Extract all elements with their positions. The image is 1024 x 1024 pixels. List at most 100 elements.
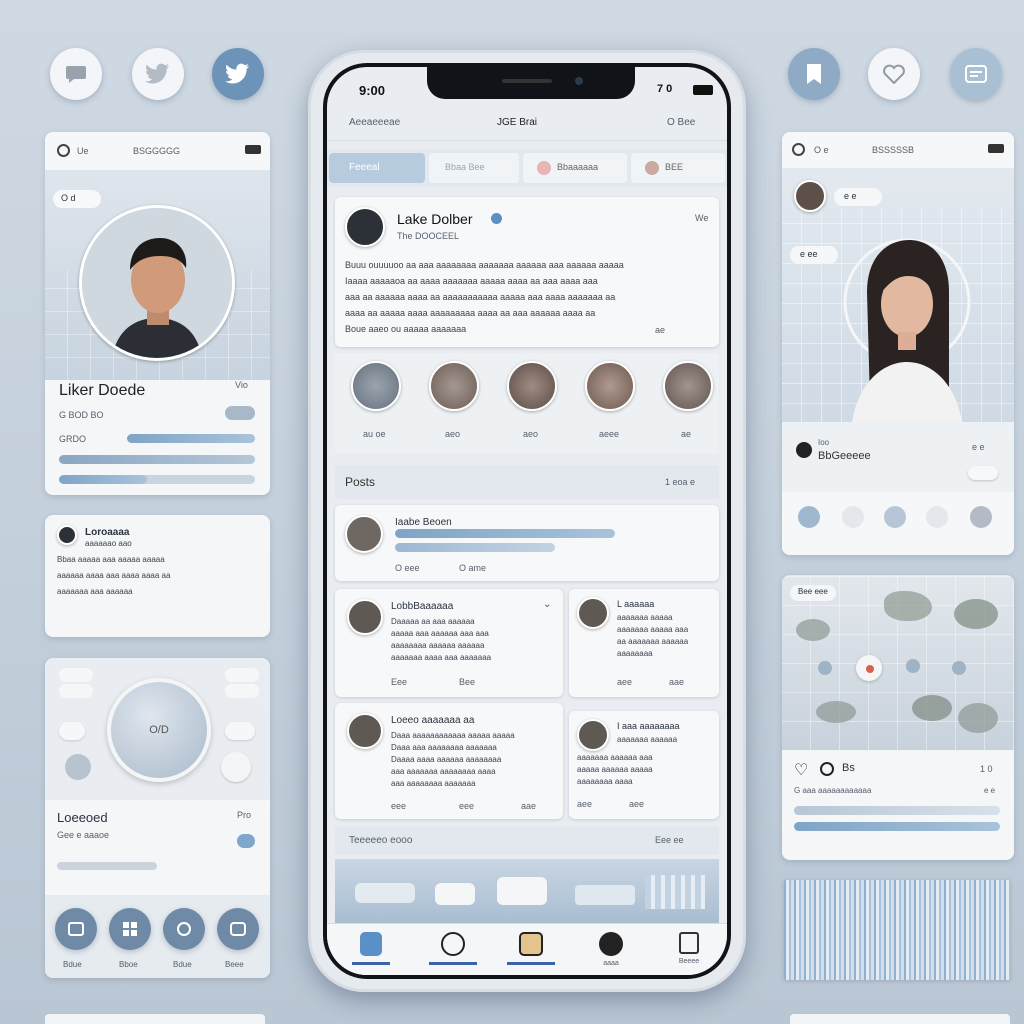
media-icon-label-2: Bboe: [119, 960, 138, 969]
like-icon[interactable]: [926, 506, 948, 528]
bookmark-icon[interactable]: [217, 908, 259, 950]
grid-icon[interactable]: [109, 908, 151, 950]
profile-tag[interactable]: O d: [53, 190, 101, 208]
media-chip-3[interactable]: [59, 684, 93, 698]
feed-4-line-2: Daaa aaa aaaaaaaa aaaaaaa: [391, 743, 497, 752]
media-button-right-2[interactable]: [221, 752, 251, 782]
app-header-title: JGE Brai: [497, 117, 538, 128]
card-status-bar: Ue BSGGGGG: [45, 132, 270, 170]
link-icon[interactable]: [884, 506, 906, 528]
main-post-subtitle: The DOOCEEL: [397, 231, 460, 241]
feed-3-action-1[interactable]: aee: [617, 677, 632, 687]
image-icon[interactable]: [842, 506, 864, 528]
feed-avatar-5: [577, 719, 609, 751]
feed-2-action-1[interactable]: Eee: [391, 677, 407, 687]
app-header-left[interactable]: Aeeaeeeae: [349, 117, 400, 128]
feed-author-5: I aaa aaaaaaaa: [617, 721, 680, 731]
twitter-bird-icon[interactable]: [132, 48, 184, 100]
feed-item-1[interactable]: Iaabe Beoen O eee O ame: [335, 505, 719, 581]
story-avatar-3[interactable]: [507, 361, 557, 411]
main-post-avatar[interactable]: [345, 207, 385, 247]
feed-5-action-1[interactable]: aee: [577, 799, 592, 809]
media-button-right-1[interactable]: [225, 722, 255, 740]
main-post-line-5: Boue aaeo ou aaaaa aaaaaaa: [345, 324, 467, 334]
heart-icon[interactable]: [868, 48, 920, 100]
tab-feed[interactable]: Feeeal: [329, 153, 425, 183]
feed-action-1[interactable]: O eee: [395, 563, 420, 573]
main-post-author[interactable]: Lake Dolber: [397, 211, 473, 227]
trending-meta: Eee ee: [655, 835, 684, 845]
story-avatar-2[interactable]: [429, 361, 479, 411]
story-avatar-5[interactable]: [663, 361, 713, 411]
feed-action-2[interactable]: O ame: [459, 563, 486, 573]
right-status-title: BSSSSSB: [872, 145, 915, 155]
right-tag[interactable]: e e: [834, 188, 882, 206]
main-post-card[interactable]: Lake Dolber The DOOCEEL We Buuu ouuuuoo …: [335, 197, 719, 347]
settings-icon[interactable]: [970, 506, 992, 528]
status-left-text: Ue: [77, 146, 89, 156]
feed-3-action-2[interactable]: aae: [669, 677, 684, 687]
feed-item-3[interactable]: L aaaaaa aaaaaaa aaaaa aaaaaaa aaaaa aaa…: [569, 589, 719, 697]
profile-toggle[interactable]: [225, 406, 255, 420]
message-icon[interactable]: [950, 48, 1002, 100]
feed-author-3: L aaaaaa: [617, 599, 655, 609]
chevron-down-icon[interactable]: ⌄: [543, 599, 551, 610]
feed-2-action-2[interactable]: Bee: [459, 677, 475, 687]
chat-bubble-icon[interactable]: [50, 48, 102, 100]
camera-icon: [519, 932, 543, 956]
feed-4-action-2[interactable]: eee: [459, 801, 474, 811]
share-icon[interactable]: [163, 908, 205, 950]
feed-4-action-3[interactable]: aae: [521, 801, 536, 811]
feed-4-line-4: aaa aaaaaaa aaaaaaaa aaaa: [391, 767, 496, 776]
media-chip-2[interactable]: [225, 668, 259, 682]
story-avatar-1[interactable]: [351, 361, 401, 411]
feed-5-action-2[interactable]: aee: [629, 799, 644, 809]
nav-explore[interactable]: [429, 932, 477, 965]
media-icon-label-3: Bdue: [173, 960, 192, 969]
media-chip-1[interactable]: [59, 668, 93, 682]
nav-home[interactable]: [351, 932, 391, 965]
camera-icon[interactable]: [798, 506, 820, 528]
tab-2[interactable]: Bbaa Bee: [429, 153, 519, 183]
media-chip-4[interactable]: [225, 684, 259, 698]
app-header-right[interactable]: O Bee: [667, 117, 695, 128]
feed-avatar-3: [577, 597, 609, 629]
nav-camera[interactable]: [507, 932, 555, 965]
media-dial[interactable]: O/D: [107, 678, 211, 782]
gallery-chip[interactable]: Bee eee: [790, 585, 836, 601]
feed-author-1: Iaabe Beoen: [395, 517, 452, 528]
twitter-bird-icon[interactable]: [212, 48, 264, 100]
main-post-action[interactable]: ae: [655, 325, 665, 335]
media-button-left-1[interactable]: [59, 722, 85, 740]
profile-avatar[interactable]: [79, 205, 235, 361]
tab-4[interactable]: BEE: [631, 153, 725, 183]
trending-strip[interactable]: [335, 859, 719, 923]
feed-4-line-5: aaa aaaaaaaa aaaaaaa: [391, 779, 476, 788]
heart-outline-icon[interactable]: ♡: [794, 760, 808, 780]
tab-3[interactable]: Bbaaaaaa: [523, 153, 627, 183]
play-icon[interactable]: [55, 908, 97, 950]
left-post-card[interactable]: Loroaaaa aaaaaao aao Bbaa aaaaa aaa aaaa…: [45, 515, 270, 637]
media-button-left-2[interactable]: [65, 754, 91, 780]
right-small-avatar[interactable]: [794, 180, 826, 212]
feed-bar-2: [395, 543, 555, 552]
feed-item-5[interactable]: I aaa aaaaaaaa aaaaaaa aaaaaa aaaaaaa aa…: [569, 711, 719, 819]
story-avatar-4[interactable]: [585, 361, 635, 411]
profile-progress-2: [59, 455, 255, 464]
feed-item-2[interactable]: LobbBaaaaaa ⌄ Daaaaa aa aaa aaaaaa aaaaa…: [335, 589, 563, 697]
nav-likes[interactable]: aaaa: [589, 932, 633, 967]
post-line-4: aaaaaaa aaa aaaaaa: [57, 587, 133, 596]
feed-4-action-1[interactable]: eee: [391, 801, 406, 811]
comment-icon[interactable]: [820, 762, 834, 776]
media-meta: Pro: [237, 810, 252, 820]
clock-icon: [792, 143, 805, 156]
right-owner-avatar: [796, 442, 812, 458]
gallery-image[interactable]: Bee eee: [782, 575, 1014, 750]
story-label-5: ae: [681, 429, 692, 439]
gallery-line: G aaa aaaaaaaaaaaa: [794, 786, 872, 795]
nav-profile[interactable]: Beeee: [667, 932, 711, 965]
main-post-line-3: aaa aa aaaaaa aaaa aa aaaaaaaaaaa aaaaa …: [345, 292, 616, 302]
right-toggle[interactable]: [968, 466, 998, 480]
feed-item-4[interactable]: Loeeo aaaaaaa aa Daaa aaaaaaaaaaaa aaaaa…: [335, 703, 563, 819]
bookmark-icon[interactable]: [788, 48, 840, 100]
